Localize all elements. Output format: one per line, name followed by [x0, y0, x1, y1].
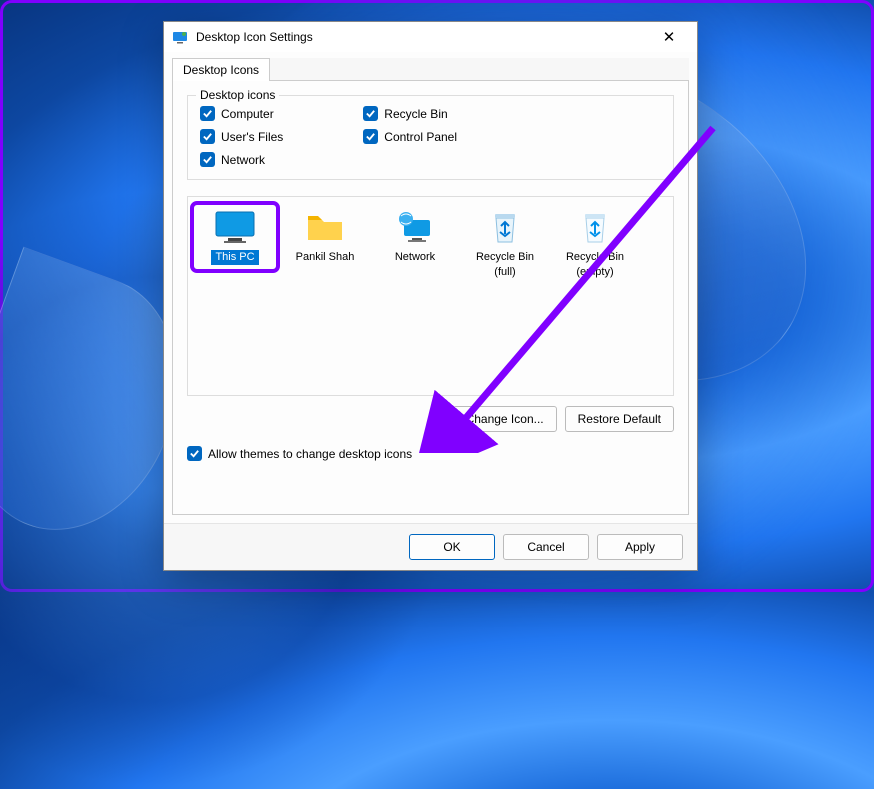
dialog-icon [172, 29, 188, 45]
checkmark-icon [363, 106, 378, 121]
icon-item-this-pc[interactable]: This PC [194, 205, 276, 269]
icon-label: Recycle Bin (full) [476, 251, 534, 278]
network-icon [393, 209, 437, 245]
icon-item-user-folder[interactable]: Pankil Shah [284, 205, 366, 268]
recycle-bin-empty-icon [573, 209, 617, 245]
close-button[interactable]: ✕ [649, 28, 689, 46]
titlebar: Desktop Icon Settings ✕ [164, 22, 697, 52]
monitor-icon [213, 209, 257, 245]
ok-button[interactable]: OK [409, 534, 495, 560]
apply-button[interactable]: Apply [597, 534, 683, 560]
checkbox-allow-themes[interactable]: Allow themes to change desktop icons [187, 446, 674, 461]
icon-label: Recycle Bin (empty) [566, 251, 624, 278]
checkbox-network[interactable]: Network [200, 152, 283, 167]
desktop-icons-group: Desktop icons Computer User's Files Netw… [187, 95, 674, 180]
checkmark-icon [187, 446, 202, 461]
icon-label: Network [395, 251, 435, 263]
icon-item-recycle-full[interactable]: Recycle Bin (full) [464, 205, 546, 283]
folder-icon [303, 209, 347, 245]
checkmark-icon [200, 106, 215, 121]
tab-body: Desktop icons Computer User's Files Netw… [172, 81, 689, 515]
desktop-icon-settings-dialog: Desktop Icon Settings ✕ Desktop Icons De… [163, 21, 698, 571]
checkbox-users-files[interactable]: User's Files [200, 129, 283, 144]
dialog-button-row: OK Cancel Apply [164, 523, 697, 570]
cancel-button[interactable]: Cancel [503, 534, 589, 560]
checkmark-icon [200, 129, 215, 144]
icon-label: This PC [211, 250, 258, 265]
recycle-bin-full-icon [483, 209, 527, 245]
icon-preview-list: This PC Pankil Shah Network Recycle Bin … [187, 196, 674, 396]
checkmark-icon [200, 152, 215, 167]
tab-strip: Desktop Icons [172, 58, 689, 81]
group-title: Desktop icons [196, 88, 279, 102]
checkbox-recycle-bin[interactable]: Recycle Bin [363, 106, 457, 121]
tab-desktop-icons[interactable]: Desktop Icons [172, 58, 270, 81]
icon-item-recycle-empty[interactable]: Recycle Bin (empty) [554, 205, 636, 283]
icon-item-network[interactable]: Network [374, 205, 456, 268]
checkmark-icon [363, 129, 378, 144]
restore-default-button[interactable]: Restore Default [565, 406, 674, 432]
icon-label: Pankil Shah [296, 251, 355, 263]
change-icon-button[interactable]: Change Icon... [453, 406, 557, 432]
dialog-title: Desktop Icon Settings [196, 30, 649, 44]
checkbox-control-panel[interactable]: Control Panel [363, 129, 457, 144]
checkbox-computer[interactable]: Computer [200, 106, 283, 121]
